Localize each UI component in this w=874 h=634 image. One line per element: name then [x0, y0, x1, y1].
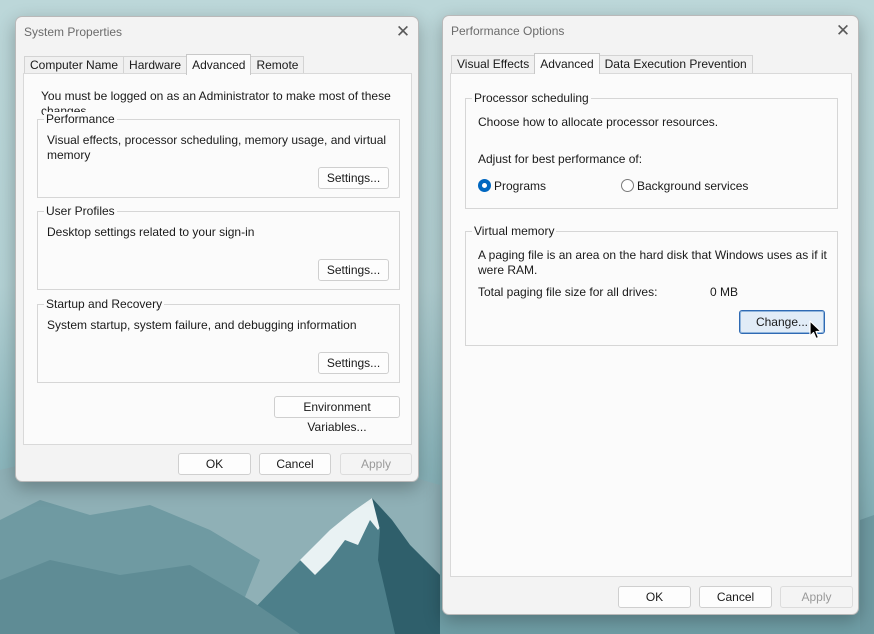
programs-radio-label[interactable]: Programs	[494, 179, 546, 194]
system-properties-apply-button[interactable]: Apply	[340, 453, 412, 475]
user-profiles-settings-button[interactable]: Settings...	[318, 259, 389, 281]
performance-options-tab-panel: Processor scheduling Choose how to alloc…	[450, 73, 852, 577]
tab-hardware[interactable]: Hardware	[123, 56, 188, 74]
total-paging-file-label: Total paging file size for all drives:	[478, 285, 658, 299]
processor-scheduling-description: Choose how to allocate processor resourc…	[478, 115, 719, 129]
user-profiles-group-label: User Profiles	[44, 204, 117, 218]
system-properties-ok-button[interactable]: OK	[178, 453, 251, 475]
performance-options-window: Performance Options ✕ Visual Effects Adv…	[442, 15, 859, 615]
performance-options-title: Performance Options	[451, 24, 565, 38]
far-right-hills	[860, 515, 874, 634]
tab-remote[interactable]: Remote	[250, 56, 305, 74]
startup-recovery-description: System startup, system failure, and debu…	[47, 318, 357, 332]
environment-variables-button[interactable]: Environment Variables...	[274, 396, 400, 434]
tab-computer-name[interactable]: Computer Name	[24, 56, 125, 74]
processor-scheduling-group: Processor scheduling Choose how to alloc…	[465, 91, 838, 209]
virtual-memory-group-label: Virtual memory	[472, 224, 557, 238]
system-properties-tab-panel: You must be logged on as an Administrato…	[23, 73, 412, 445]
user-profiles-group: User Profiles Desktop settings related t…	[37, 204, 400, 290]
performance-options-apply-button[interactable]: Apply	[780, 586, 853, 608]
performance-options-titlebar[interactable]: Performance Options ✕	[443, 16, 858, 46]
close-icon[interactable]: ✕	[390, 19, 416, 45]
system-properties-titlebar[interactable]: System Properties ✕	[16, 17, 418, 47]
startup-recovery-group: Startup and Recovery System startup, sys…	[37, 297, 400, 383]
close-icon[interactable]: ✕	[830, 18, 856, 44]
mouse-cursor-icon	[809, 320, 822, 340]
system-properties-cancel-button[interactable]: Cancel	[259, 453, 331, 475]
programs-radio[interactable]	[478, 179, 491, 192]
startup-recovery-settings-button[interactable]: Settings...	[318, 352, 389, 374]
performance-options-cancel-button[interactable]: Cancel	[699, 586, 772, 608]
virtual-memory-description: A paging file is an area on the hard dis…	[478, 248, 827, 277]
performance-options-ok-button[interactable]: OK	[618, 586, 691, 608]
system-properties-title: System Properties	[24, 25, 123, 39]
adjust-for-best-performance-label: Adjust for best performance of:	[478, 152, 643, 166]
processor-scheduling-group-label: Processor scheduling	[472, 91, 591, 105]
system-properties-window: System Properties ✕ Computer Name Hardwa…	[15, 16, 419, 482]
performance-description: Visual effects, processor scheduling, me…	[47, 133, 387, 162]
tab-visual-effects[interactable]: Visual Effects	[451, 55, 536, 73]
background-services-radio-label[interactable]: Background services	[637, 179, 748, 194]
startup-recovery-group-label: Startup and Recovery	[44, 297, 165, 311]
background-services-radio[interactable]	[621, 179, 634, 192]
tab-data-execution-prevention[interactable]: Data Execution Prevention	[598, 55, 753, 73]
performance-group-label: Performance	[44, 112, 117, 126]
performance-settings-button[interactable]: Settings...	[318, 167, 389, 189]
virtual-memory-group: Virtual memory A paging file is an area …	[465, 224, 838, 346]
total-paging-file-value: 0 MB	[710, 285, 739, 299]
user-profiles-description: Desktop settings related to your sign-in	[47, 225, 255, 239]
performance-group: Performance Visual effects, processor sc…	[37, 112, 400, 198]
tab-advanced[interactable]: Advanced	[186, 54, 252, 75]
tab-advanced[interactable]: Advanced	[534, 53, 600, 74]
performance-options-tabs: Visual Effects Advanced Data Execution P…	[451, 53, 753, 74]
system-properties-tabs: Computer Name Hardware Advanced Remote	[24, 54, 305, 75]
